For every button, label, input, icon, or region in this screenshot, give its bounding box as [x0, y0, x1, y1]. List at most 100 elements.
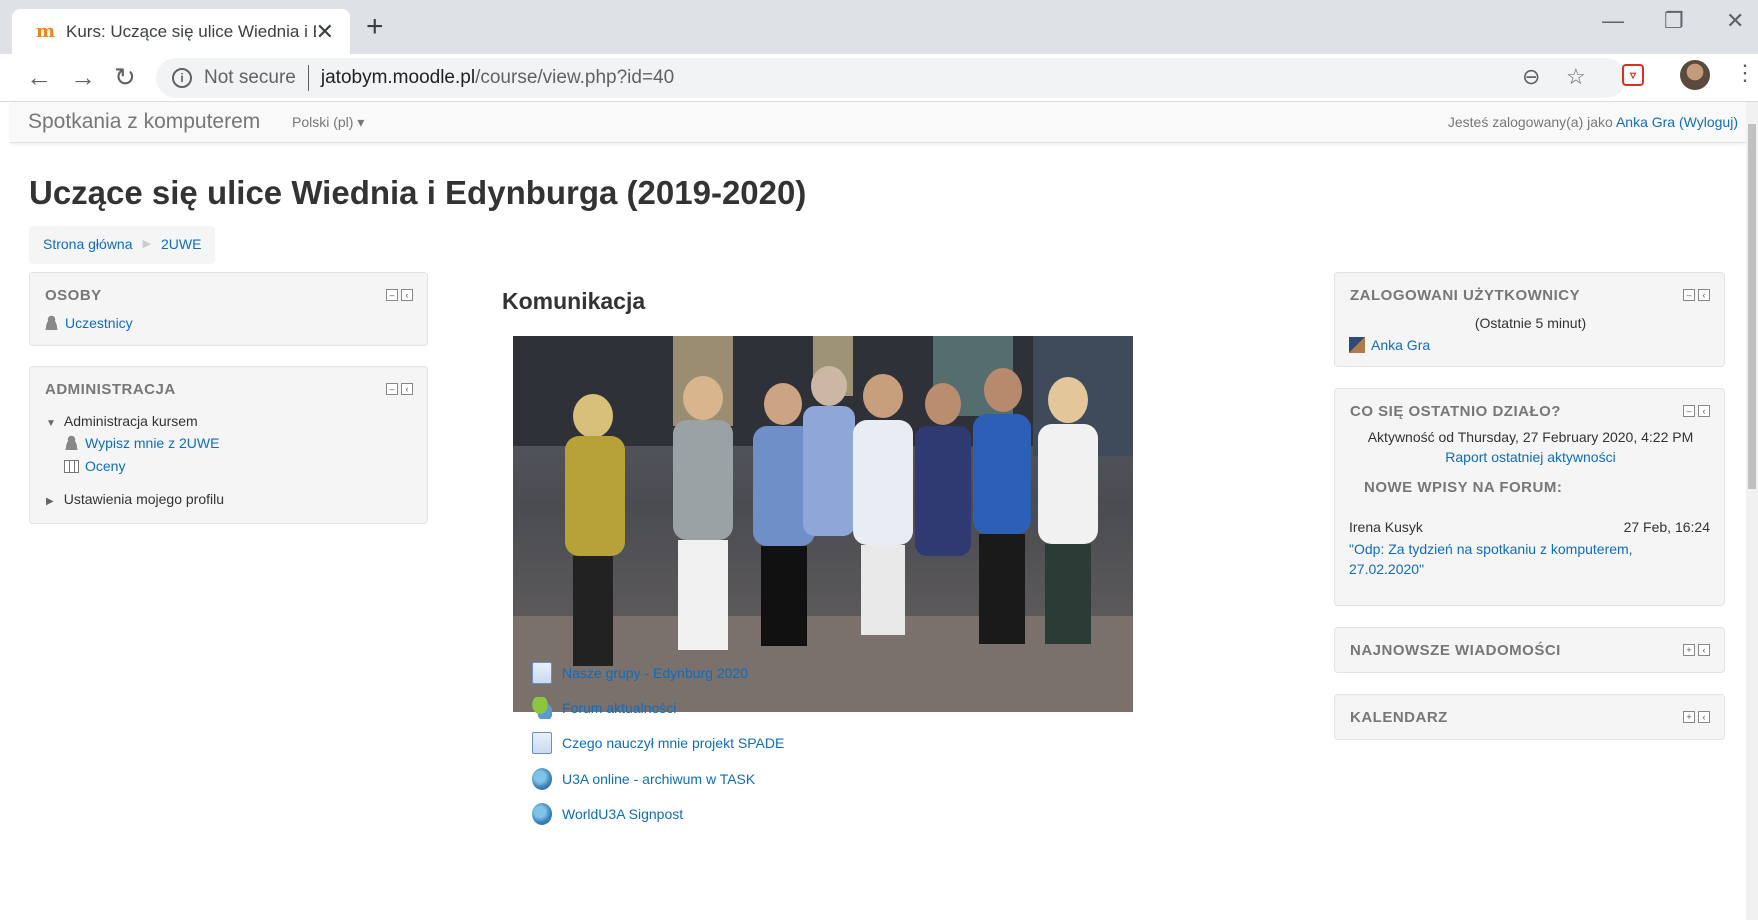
- profile-settings-node[interactable]: ▶ Ustawienia mojego profilu: [46, 491, 224, 507]
- page-icon: [532, 732, 552, 754]
- user-profile-link[interactable]: Anka Gra: [1616, 114, 1675, 130]
- activity-url[interactable]: U3A online - archiwum w TASK: [532, 768, 755, 790]
- restore-icon[interactable]: ❐: [1664, 8, 1684, 34]
- zoom-icon[interactable]: ⊖: [1522, 64, 1540, 90]
- breadcrumb-home[interactable]: Strona główna: [43, 236, 133, 254]
- info-icon[interactable]: i: [172, 68, 192, 88]
- language-menu[interactable]: Polski (pl) ▾: [292, 114, 364, 131]
- close-window-icon[interactable]: ✕: [1726, 8, 1744, 34]
- new-tab-icon[interactable]: +: [366, 10, 384, 44]
- block-controls: – ‹: [386, 383, 413, 395]
- activity-since: Aktywność od Thursday, 27 February 2020,…: [1367, 429, 1694, 445]
- profile-avatar[interactable]: [1680, 60, 1710, 90]
- activity-link[interactable]: U3A online - archiwum w TASK: [562, 771, 755, 787]
- online-user-link[interactable]: Anka Gra: [1371, 337, 1430, 353]
- site-brand-link[interactable]: Spotkania z komputerem: [28, 110, 260, 134]
- extension-icon[interactable]: ▿: [1622, 64, 1644, 86]
- activity-forum[interactable]: Forum aktualności: [532, 697, 676, 719]
- post-link-line1: Odp: Za tydzień na spotkaniu z komputere…: [1353, 541, 1633, 557]
- block-recent-activity: CO SIĘ OSTATNIO DZIAŁO? – ‹ Aktywność od …: [1334, 388, 1725, 606]
- activity-page[interactable]: Nasze grupy - Edynburg 2020: [532, 662, 748, 684]
- logout-open: (: [1675, 114, 1684, 130]
- collapse-icon[interactable]: –: [1683, 405, 1695, 417]
- participants-item[interactable]: Uczestnicy: [44, 315, 133, 331]
- breadcrumb-separator-icon: ▶: [142, 238, 151, 250]
- logout-close: ): [1733, 114, 1738, 130]
- browser-tab-bar: m Kurs: Uczące się ulice Wiednia i E ✕ +…: [0, 0, 1758, 54]
- post-date: 27 Feb, 16:24: [1623, 519, 1710, 535]
- address-bar[interactable]: i Not secure jatobym.moodle.pl/course/vi…: [156, 58, 1626, 98]
- breadcrumb-course[interactable]: 2UWE: [161, 236, 201, 254]
- post-link-line2: 27.02.2020: [1349, 561, 1420, 577]
- section-photo: [513, 336, 1133, 712]
- not-secure-label: Not secure: [204, 67, 296, 88]
- expand-icon[interactable]: +: [1683, 644, 1695, 656]
- block-title: NAJNOWSZE WIADOMOŚCI: [1350, 642, 1561, 659]
- block-title: ADMINISTRACJA: [45, 381, 176, 398]
- participants-link[interactable]: Uczestnicy: [65, 315, 133, 331]
- page-scrollbar[interactable]: [1746, 102, 1758, 920]
- block-controls: + ‹: [1683, 644, 1710, 656]
- course-admin-label: Administracja kursem: [63, 413, 198, 429]
- browser-tab[interactable]: m Kurs: Uczące się ulice Wiednia i E ✕: [12, 9, 350, 54]
- block-online-users: ZALOGOWANI UŻYTKOWNICY – ‹ (Ostatnie 5 mi…: [1334, 272, 1725, 367]
- post-author: Irena Kusyk: [1349, 519, 1423, 535]
- grades-item[interactable]: Oceny: [64, 458, 125, 474]
- group-photo-image: [513, 336, 1133, 712]
- close-tab-icon[interactable]: ✕: [316, 19, 334, 45]
- profile-settings-label: Ustawienia mojego profilu: [63, 491, 225, 507]
- block-latest-news: NAJNOWSZE WIADOMOŚCI + ‹: [1334, 627, 1725, 673]
- online-period: (Ostatnie 5 minut): [1474, 315, 1587, 331]
- minimize-icon[interactable]: —: [1602, 8, 1624, 34]
- url-path: /course/view.php?id=40: [475, 67, 675, 88]
- unenrol-link[interactable]: Wypisz mnie z 2UWE: [85, 435, 219, 451]
- section-title: Komunikacja: [502, 288, 646, 314]
- dock-icon[interactable]: ‹: [1698, 289, 1710, 301]
- menu-icon[interactable]: ⋮: [1734, 60, 1756, 86]
- moodle-navbar: Spotkania z komputerem Polski (pl) ▾ Jes…: [10, 102, 1746, 143]
- quote-close: ": [1419, 561, 1425, 577]
- activity-link[interactable]: Czego nauczył mnie projekt SPADE: [562, 735, 784, 751]
- url-icon: [532, 803, 552, 825]
- expanded-icon: ▼: [46, 418, 56, 429]
- activity-page[interactable]: Czego nauczył mnie projekt SPADE: [532, 732, 784, 754]
- grades-icon: [64, 460, 79, 473]
- course-admin-node[interactable]: ▼ Administracja kursem: [46, 413, 198, 429]
- dock-icon[interactable]: ‹: [1698, 405, 1710, 417]
- collapse-icon[interactable]: –: [386, 289, 398, 301]
- block-title: OSOBY: [45, 287, 102, 304]
- reload-icon[interactable]: ↻: [114, 62, 136, 93]
- unenrol-item[interactable]: Wypisz mnie z 2UWE: [64, 435, 219, 451]
- back-icon[interactable]: ←: [26, 62, 52, 93]
- block-title: ZALOGOWANI UŻYTKOWNICY: [1350, 287, 1581, 304]
- scrollbar-thumb[interactable]: [1748, 124, 1756, 489]
- url-icon: [532, 768, 552, 790]
- grades-link[interactable]: Oceny: [85, 458, 125, 474]
- star-icon[interactable]: ☆: [1566, 64, 1586, 90]
- block-controls: – ‹: [1683, 405, 1710, 417]
- expand-icon[interactable]: +: [1683, 711, 1695, 723]
- activity-url[interactable]: WorldU3A Signpost: [532, 803, 683, 825]
- collapse-icon[interactable]: –: [1683, 289, 1695, 301]
- post-link[interactable]: " Odp: Za tydzień na spotkaniu z komputer…: [1349, 539, 1709, 579]
- page-viewport: Spotkania z komputerem Polski (pl) ▾ Jes…: [0, 102, 1758, 920]
- activity-link[interactable]: Nasze grupy - Edynburg 2020: [562, 665, 748, 681]
- dock-icon[interactable]: ‹: [1698, 644, 1710, 656]
- user-picture-icon: [1349, 337, 1365, 353]
- full-report-link[interactable]: Raport ostatniej aktywności: [1335, 449, 1726, 465]
- login-prefix: Jesteś zalogowany(a) jako: [1447, 114, 1616, 130]
- activity-link[interactable]: Forum aktualności: [562, 700, 676, 716]
- collapsed-icon: ▶: [46, 496, 54, 507]
- dock-icon[interactable]: ‹: [1698, 711, 1710, 723]
- forum-icon: [532, 697, 552, 719]
- online-user-item[interactable]: Anka Gra: [1349, 337, 1430, 353]
- dock-icon[interactable]: ‹: [401, 383, 413, 395]
- browser-toolbar: ← → ↻ i Not secure jatobym.moodle.pl/cou…: [0, 54, 1758, 102]
- dock-icon[interactable]: ‹: [401, 289, 413, 301]
- logout-link[interactable]: Wyloguj: [1684, 114, 1734, 130]
- forum-posts-heading: NOWE WPISY NA FORUM:: [1364, 479, 1563, 496]
- collapse-icon[interactable]: –: [386, 383, 398, 395]
- activity-link[interactable]: WorldU3A Signpost: [562, 806, 683, 822]
- forward-icon[interactable]: →: [70, 62, 96, 93]
- page-title: Uczące się ulice Wiednia i Edynburga (20…: [29, 174, 807, 211]
